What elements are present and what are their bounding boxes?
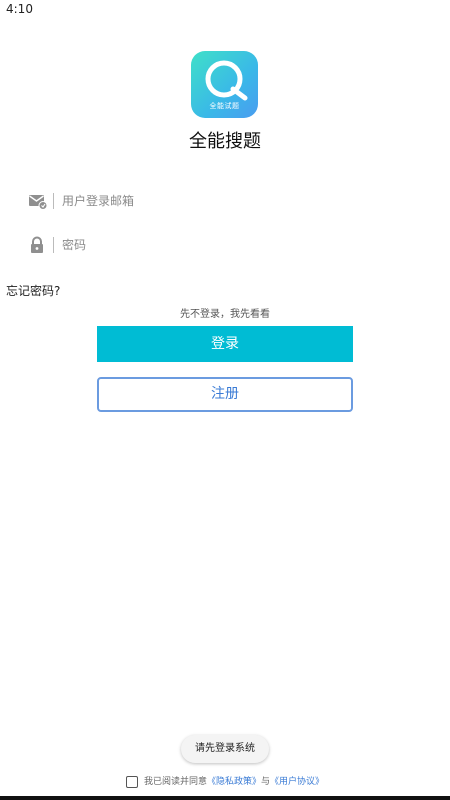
forgot-password-link[interactable]: 忘记密码?: [6, 282, 60, 299]
agreement-row: 我已阅读并同意《隐私政策》与《用户协议》: [0, 774, 450, 790]
navigation-bar: [0, 796, 450, 800]
user-agreement-link[interactable]: 《用户协议》: [270, 777, 324, 787]
mail-icon: [28, 191, 48, 211]
password-field[interactable]: [28, 233, 418, 257]
field-separator: [53, 237, 54, 253]
status-bar-time: 4:10: [6, 2, 33, 16]
email-input[interactable]: [62, 191, 402, 211]
agreement-prefix: 我已阅读并同意: [143, 777, 207, 787]
field-separator: [53, 193, 54, 209]
email-field[interactable]: [28, 189, 418, 213]
logo-text: 全能试题: [209, 102, 240, 110]
skip-login-link[interactable]: 先不登录，我先看看: [0, 305, 450, 320]
register-button[interactable]: 注册: [97, 377, 353, 412]
login-screen: 4:10 全能试题 全能搜题 用户登录邮箱 忘记密码? 先不登录，我先看看 登录…: [0, 0, 450, 800]
app-title: 全能搜题: [189, 131, 261, 152]
password-input[interactable]: [62, 235, 402, 255]
privacy-policy-link[interactable]: 《隐私政策》: [207, 777, 261, 787]
login-button[interactable]: 登录: [97, 326, 353, 362]
toast-message: 请先登录系统: [181, 735, 269, 763]
app-logo: 全能试题: [191, 51, 258, 118]
agreement-checkbox[interactable]: [125, 776, 138, 788]
lock-icon: [28, 235, 48, 255]
agreement-and: 与: [261, 777, 271, 787]
